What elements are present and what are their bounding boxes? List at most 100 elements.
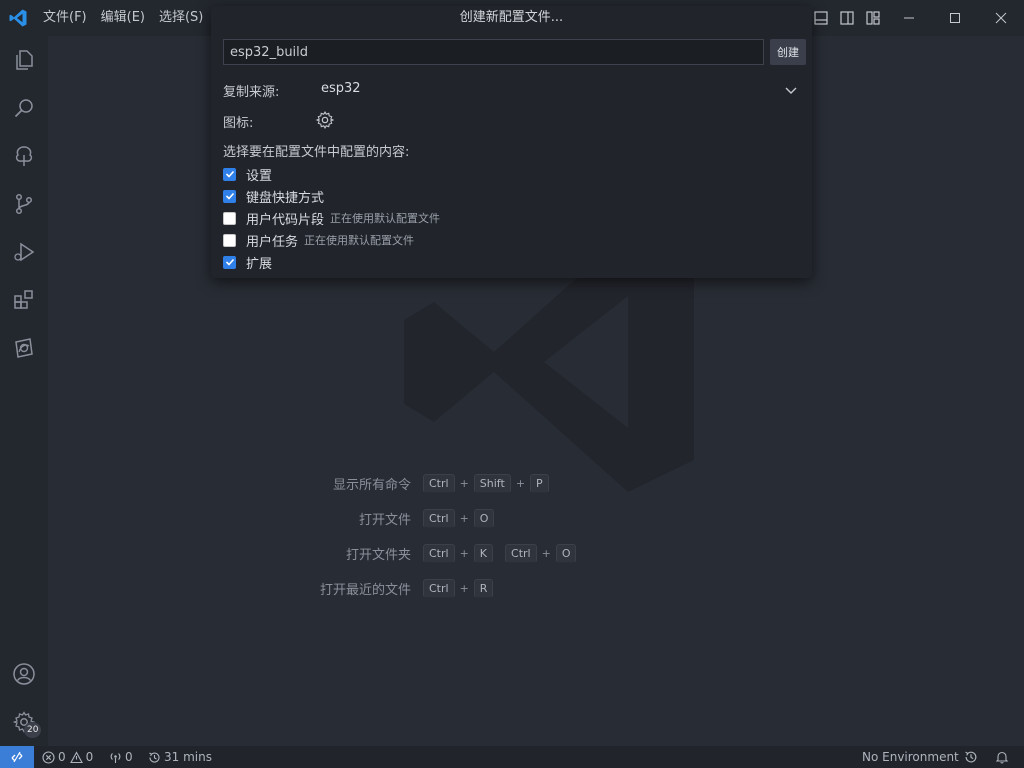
- error-icon: [42, 750, 55, 764]
- files-icon: [16, 50, 33, 70]
- key: P: [530, 473, 549, 493]
- option-settings[interactable]: 设置: [223, 165, 273, 184]
- activity-bar: 20: [0, 36, 48, 746]
- option-hint: 正在使用默认配置文件: [304, 234, 415, 247]
- bell-icon: [995, 751, 1009, 764]
- panel-layout-icon: [814, 11, 828, 25]
- key: R: [473, 578, 494, 598]
- activity-search[interactable]: [0, 84, 48, 132]
- source-control-icon: [15, 193, 33, 215]
- status-bar: 0 0 0 31 mins No Environment: [0, 746, 1024, 768]
- sidebar-layout-icon: [840, 11, 854, 25]
- shortcut-open-recent[interactable]: 打开最近的文件 Ctrl + R: [183, 577, 494, 599]
- activity-source-control[interactable]: [0, 180, 48, 228]
- key: O: [555, 543, 577, 563]
- check-icon: [225, 170, 234, 178]
- key: Ctrl: [423, 508, 455, 528]
- option-label: 设置: [246, 168, 273, 184]
- checkbox-unchecked[interactable]: [223, 233, 236, 247]
- activity-tree[interactable]: [0, 132, 48, 180]
- notifications-button[interactable]: [995, 746, 1009, 768]
- close-button[interactable]: [978, 0, 1024, 36]
- time-indicator[interactable]: 31 mins: [148, 746, 212, 768]
- history-icon: [965, 751, 977, 763]
- option-label: 键盘快捷方式: [246, 190, 325, 206]
- key: O: [473, 508, 495, 528]
- vscode-logo-icon[interactable]: [8, 8, 28, 28]
- run-debug-icon: [14, 242, 35, 262]
- history-icon: [149, 752, 160, 763]
- icon-label: 图标:: [223, 116, 254, 131]
- check-icon: [225, 258, 234, 266]
- checkbox-checked[interactable]: [223, 255, 236, 269]
- key: Ctrl: [423, 543, 455, 563]
- menu-selection[interactable]: 选择(S): [152, 6, 210, 30]
- shortcut-open-folder[interactable]: 打开文件夹 Ctrl + K Ctrl + O: [183, 542, 577, 564]
- profile-name-input[interactable]: [223, 39, 764, 65]
- activity-manage[interactable]: 20: [0, 698, 48, 746]
- activity-explorer[interactable]: [0, 36, 48, 84]
- key: K: [473, 543, 494, 563]
- layout-controls: [808, 6, 886, 30]
- create-button[interactable]: 创建: [770, 39, 806, 65]
- copy-from-label: 复制来源:: [223, 85, 280, 100]
- environment-indicator[interactable]: No Environment: [862, 746, 959, 768]
- option-label: 用户任务: [246, 234, 299, 250]
- remote-indicator[interactable]: [0, 746, 34, 768]
- extensions-icon: [14, 290, 33, 309]
- time-value: 31 mins: [164, 750, 212, 764]
- account-icon: [13, 663, 35, 685]
- ports-count: 0: [125, 750, 133, 764]
- check-icon: [225, 192, 234, 200]
- minimize-icon: [904, 17, 914, 19]
- key: Ctrl: [423, 473, 455, 493]
- shortcut-label: 打开文件: [358, 512, 411, 528]
- option-snippets[interactable]: 用户代码片段 正在使用默认配置文件: [223, 209, 441, 228]
- esp-idf-icon: [15, 338, 33, 358]
- minimize-button[interactable]: [886, 0, 932, 36]
- problems-indicator[interactable]: 0 0: [42, 746, 93, 768]
- menu-edit[interactable]: 编辑(E): [94, 6, 152, 30]
- toggle-sidebar-button[interactable]: [834, 6, 860, 30]
- error-count: 0: [58, 750, 66, 764]
- contents-label: 选择要在配置文件中配置的内容:: [223, 145, 410, 160]
- option-label: 扩展: [246, 256, 273, 272]
- remote-icon: [11, 751, 23, 763]
- activity-run-debug[interactable]: [0, 228, 48, 276]
- option-extensions[interactable]: 扩展: [223, 253, 273, 272]
- option-hint: 正在使用默认配置文件: [330, 212, 441, 225]
- customize-layout-icon: [866, 11, 880, 25]
- window-controls: [886, 0, 1024, 36]
- search-icon: [14, 99, 33, 118]
- activity-accounts[interactable]: [0, 650, 48, 698]
- customize-layout-button[interactable]: [860, 6, 886, 30]
- maximize-button[interactable]: [932, 0, 978, 36]
- tree-icon: [15, 146, 33, 166]
- settings-badge: 20: [24, 722, 42, 738]
- environment-value: No Environment: [862, 750, 959, 764]
- shortcut-show-commands[interactable]: 显示所有命令 Ctrl + Shift + P: [183, 472, 549, 494]
- copy-from-select[interactable]: esp32: [321, 81, 361, 96]
- key: Ctrl: [505, 543, 537, 563]
- key: Shift: [473, 473, 511, 493]
- shortcut-label: 打开最近的文件: [319, 582, 411, 598]
- option-keybindings[interactable]: 键盘快捷方式: [223, 187, 325, 206]
- option-label: 用户代码片段: [246, 212, 325, 228]
- activity-esp-idf[interactable]: [0, 324, 48, 372]
- warning-count: 0: [85, 750, 94, 764]
- gear-icon[interactable]: [315, 110, 335, 130]
- menu-bar: 文件(F) 编辑(E) 选择(S): [36, 0, 210, 36]
- history-button[interactable]: [964, 746, 978, 768]
- dialog-title: 创建新配置文件...: [459, 10, 564, 25]
- broadcast-icon: [110, 752, 121, 763]
- checkbox-checked[interactable]: [223, 189, 236, 203]
- warning-icon: [69, 750, 83, 763]
- checkbox-unchecked[interactable]: [223, 211, 236, 225]
- shortcut-open-file[interactable]: 打开文件 Ctrl + O: [183, 507, 495, 529]
- option-tasks[interactable]: 用户任务 正在使用默认配置文件: [223, 231, 415, 250]
- chevron-down-icon[interactable]: [783, 82, 799, 98]
- menu-file[interactable]: 文件(F): [36, 6, 94, 30]
- activity-extensions[interactable]: [0, 276, 48, 324]
- checkbox-checked[interactable]: [223, 167, 236, 181]
- ports-indicator[interactable]: 0: [109, 746, 133, 768]
